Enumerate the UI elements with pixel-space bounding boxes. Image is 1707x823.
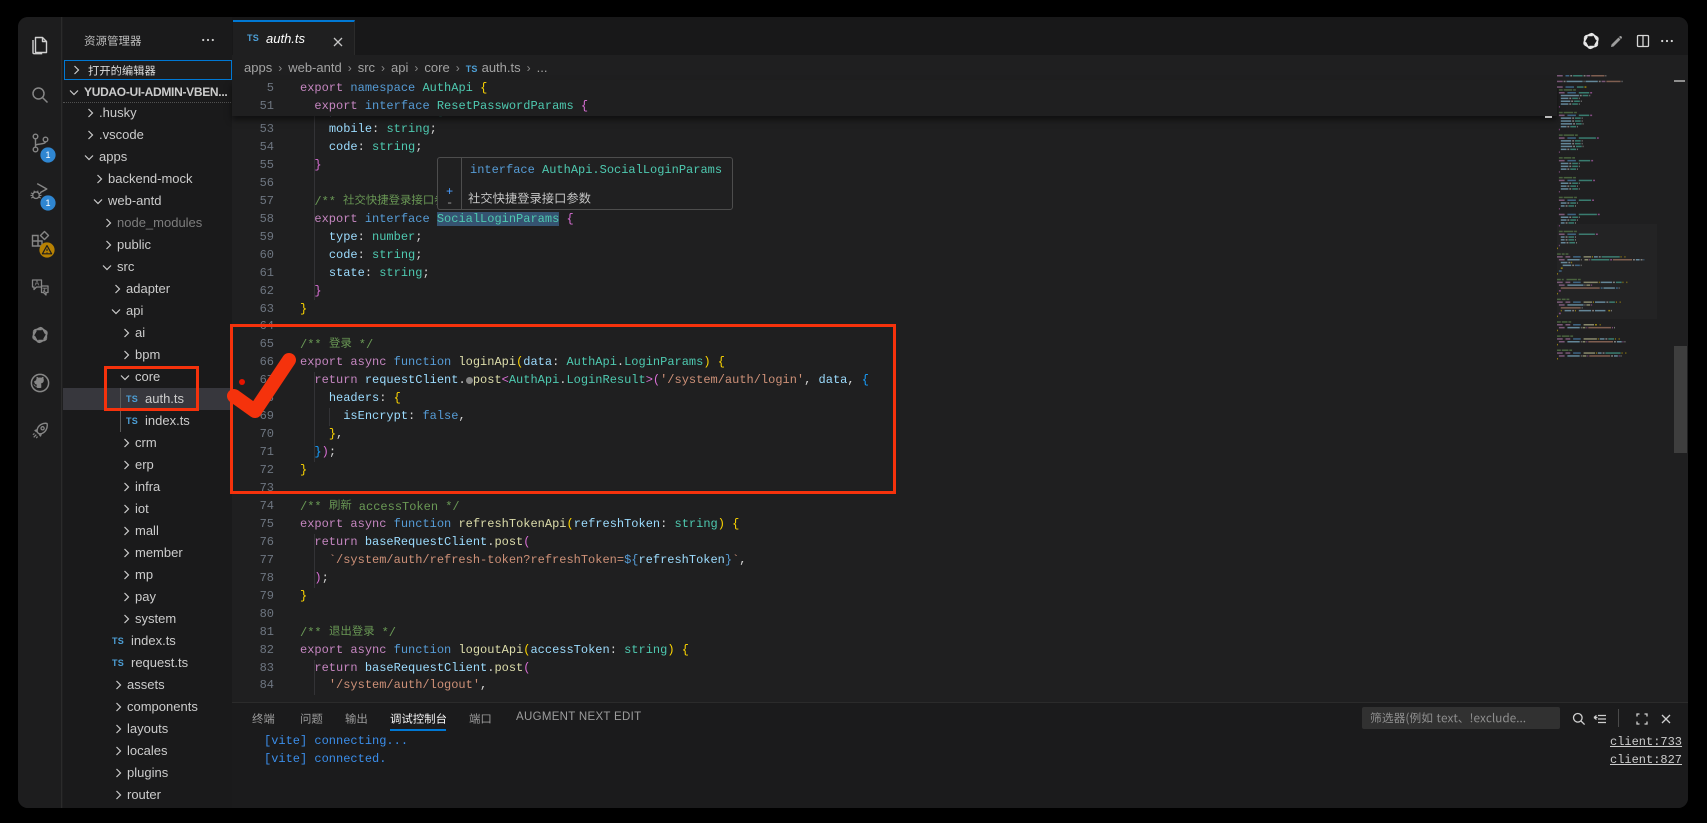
svg-text:A: A [35,281,40,288]
svg-text:1: 1 [45,198,50,208]
svg-text:1: 1 [45,150,50,160]
